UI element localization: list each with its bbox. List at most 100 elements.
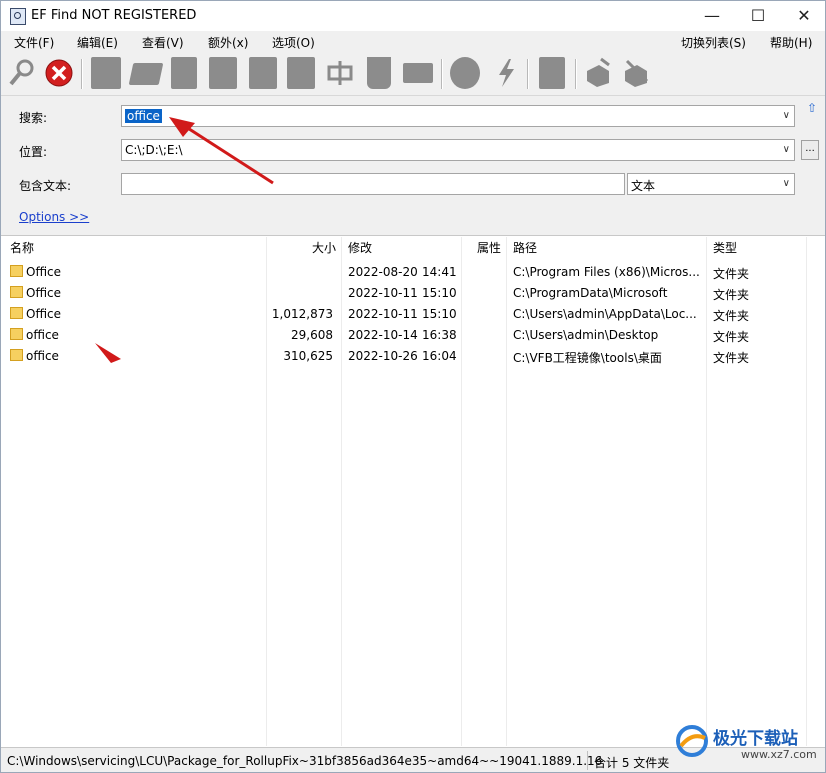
column-header-name[interactable]: 名称 [10,239,34,256]
up-arrow-icon[interactable]: ⇧ [807,101,817,115]
maximize-button[interactable]: ☐ [735,1,781,31]
column-header-size[interactable]: 大小 [312,239,336,256]
cell-size: 1,012,873 [271,307,333,321]
table-row[interactable]: Office 1,012,873 2022-10-11 15:10 C:\Users\a… [1,303,825,324]
compress-icon[interactable] [325,57,355,89]
search-icon[interactable] [7,57,37,89]
cell-name: Office [26,307,62,321]
menu-switch-list[interactable]: 切换列表(S) [681,34,746,51]
cell-type: 文件夹 [713,267,750,281]
cell-path: C:\Program Files (x86)\Micros... [513,265,700,279]
cell-name: office [26,328,59,342]
folder-icon [10,349,23,361]
status-count: 合计 5 文件夹 [594,756,670,770]
cell-time: 16:04 [422,349,457,363]
cell-path: C:\Users\admin\Desktop [513,328,659,342]
browse-button[interactable]: ... [801,140,819,160]
table-row[interactable]: Office 2022-08-20 14:41 C:\Program Files (x… [1,261,825,282]
results-list[interactable]: 名称 大小 修改 属性 路径 类型 Office 2022-08-20 14:41 C… [1,237,825,746]
duplicate-icon[interactable] [287,57,315,89]
cell-date: 2022-08-20 [348,265,418,279]
cell-date: 2022-10-11 [348,307,418,321]
menu-bar: 文件(F) 编辑(E) 查看(V) 额外(x) 选项(O) 切换列表(S) 帮助… [1,31,825,51]
site-watermark: 极光下载站 www.xz7.com [673,718,823,770]
search-label: 搜索: [19,111,48,125]
cell-date: 2022-10-26 [348,349,418,363]
toolbar-separator [81,59,83,89]
menu-edit[interactable]: 编辑(E) [77,34,118,51]
close-button[interactable]: ✕ [781,1,825,31]
copy-icon[interactable] [249,57,277,89]
cell-time: 16:38 [422,328,457,342]
watermark-logo [676,725,708,757]
menu-options[interactable]: 选项(O) [272,34,315,51]
cell-path: C:\VFB工程镜像\tools\桌面 [513,351,662,365]
chevron-down-icon[interactable]: ∨ [783,178,790,189]
menu-help[interactable]: 帮助(H) [770,34,812,51]
location-label: 位置: [19,145,48,159]
cell-date: 2022-10-11 [348,286,418,300]
rename-icon[interactable] [128,63,164,85]
cell-time: 15:10 [422,307,457,321]
watermark-url: www.xz7.com [741,748,817,761]
sphere-icon[interactable] [450,57,480,89]
cell-name: Office [26,265,62,279]
cell-path: C:\ProgramData\Microsoft [513,286,668,300]
cell-name: Office [26,286,62,300]
toolbar-separator [527,59,529,89]
folder-icon [10,265,23,277]
properties-icon[interactable] [539,57,565,89]
settings-icon[interactable] [621,57,651,89]
cell-size: 29,608 [291,328,333,342]
column-header-modified[interactable]: 修改 [348,239,372,256]
new-icon[interactable] [91,57,121,89]
document-icon[interactable] [171,57,197,89]
search-panel: 搜索: office ∨ ⇧ 位置: C:\;D:\;E:\ ∨ ... 包含文… [1,96,825,236]
title-bar: EF Find NOT REGISTERED — ☐ ✕ [1,1,825,31]
menu-file[interactable]: 文件(F) [14,34,54,51]
cell-path: C:\Users\admin\AppData\Loc... [513,307,697,321]
cell-name: office [26,349,59,363]
text-mode-select[interactable]: 文本 ∨ [627,173,795,195]
toolbar-separator [441,59,443,89]
flash-icon[interactable] [491,57,521,89]
search-input[interactable]: office [125,109,162,123]
cell-time: 14:41 [422,265,457,279]
status-divider [587,751,588,770]
status-path: C:\Windows\servicing\LCU\Package_for_Rol… [7,754,603,768]
chevron-down-icon[interactable]: ∨ [783,110,790,121]
watermark-text: 极光下载站 [713,729,798,749]
table-row[interactable]: Office 2022-10-11 15:10 C:\ProgramData\Micr… [1,282,825,303]
app-icon [10,8,26,25]
tools-icon[interactable] [583,57,613,89]
column-header-type[interactable]: 类型 [713,239,737,256]
text-mode-value: 文本 [631,179,656,193]
app-window: EF Find NOT REGISTERED — ☐ ✕ 文件(F) 编辑(E)… [0,0,826,773]
chevron-down-icon[interactable]: ∨ [783,144,790,155]
cell-type: 文件夹 [713,288,750,302]
cell-type: 文件夹 [713,351,750,365]
folder-icon [10,307,23,319]
cell-time: 15:10 [422,286,457,300]
edit-icon[interactable] [209,57,237,89]
toolbar-separator [575,59,577,89]
cell-type: 文件夹 [713,309,750,323]
delete-icon[interactable] [367,57,391,89]
cell-date: 2022-10-14 [348,328,418,342]
stop-icon[interactable] [44,57,74,89]
convert-icon[interactable] [403,63,433,83]
menu-view[interactable]: 查看(V) [142,34,184,51]
red-arrow-marker [95,343,121,363]
window-title: EF Find NOT REGISTERED [31,8,197,23]
folder-icon [10,286,23,298]
options-link[interactable]: Options >> [19,210,89,224]
toolbar [1,51,825,96]
contains-text-label: 包含文本: [19,179,72,193]
column-header-path[interactable]: 路径 [513,239,537,256]
column-header-attributes[interactable]: 属性 [477,239,501,256]
menu-extra[interactable]: 额外(x) [208,34,248,51]
red-arrow-annotation [169,117,274,185]
cell-type: 文件夹 [713,330,750,344]
minimize-button[interactable]: — [689,1,735,31]
folder-icon [10,328,23,340]
